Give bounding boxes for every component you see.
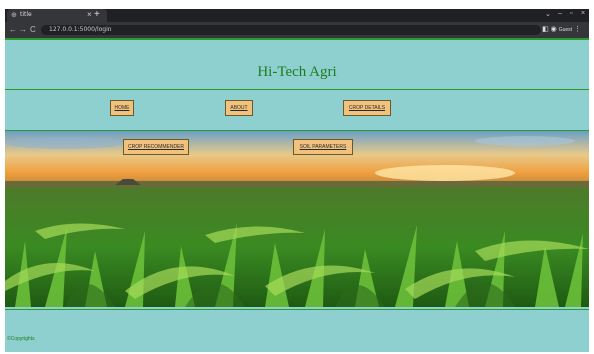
- crop-details-button[interactable]: CROP DETAILS: [343, 100, 391, 116]
- crop-recommender-button[interactable]: CROP RECOMMENDER: [123, 139, 189, 155]
- site-title: Hi-Tech Agri: [257, 64, 337, 80]
- new-tab-button[interactable]: +: [94, 9, 100, 20]
- toolbar-right: ◧ ◉ Guest ⋮: [542, 25, 581, 33]
- cornfield-image: [5, 131, 589, 307]
- nav-bar: HOME ABOUT CROP DETAILS: [5, 90, 589, 131]
- home-button[interactable]: HOME: [110, 100, 134, 116]
- sidebar-icon[interactable]: ◧: [542, 26, 549, 33]
- forward-arrow-icon[interactable]: →: [19, 25, 27, 34]
- maximize-icon[interactable]: ▫: [570, 10, 572, 17]
- minimize-icon[interactable]: –: [558, 10, 562, 17]
- soil-parameters-button[interactable]: SOIL PARAMETERS: [293, 139, 353, 155]
- header: Hi-Tech Agri: [5, 38, 589, 90]
- tab-close-button[interactable]: ×: [87, 10, 92, 19]
- hero-banner: CROP RECOMMENDER SOIL PARAMETERS: [5, 131, 589, 307]
- footer: ©Copyrights: [5, 309, 589, 352]
- browser-tab[interactable]: ⊕ title ×: [7, 9, 107, 22]
- browser-tab-strip: ⊕ title × + ⌄ – ▫ ×: [5, 9, 589, 22]
- globe-icon: ⊕: [11, 12, 17, 19]
- copyright-text: ©Copyrights: [7, 336, 35, 342]
- close-window-icon[interactable]: ×: [581, 10, 585, 17]
- address-bar[interactable]: 127.0.0.1:5000/login: [41, 25, 541, 35]
- profile-label[interactable]: Guest: [559, 27, 572, 33]
- profile-icon[interactable]: ◉: [551, 26, 557, 33]
- browser-toolbar: ← → C 127.0.0.1:5000/login ◧ ◉ Guest ⋮: [5, 22, 589, 38]
- menu-icon[interactable]: ⋮: [574, 26, 581, 33]
- about-button[interactable]: ABOUT: [225, 100, 253, 116]
- chevron-down-icon[interactable]: ⌄: [545, 10, 551, 18]
- tab-title: title: [20, 11, 32, 18]
- web-page: Hi-Tech Agri HOME ABOUT CROP DETAILS CRO…: [5, 38, 589, 352]
- back-arrow-icon[interactable]: ←: [9, 25, 17, 34]
- address-text: 127.0.0.1:5000/login: [49, 26, 112, 33]
- reload-icon[interactable]: C: [30, 25, 36, 34]
